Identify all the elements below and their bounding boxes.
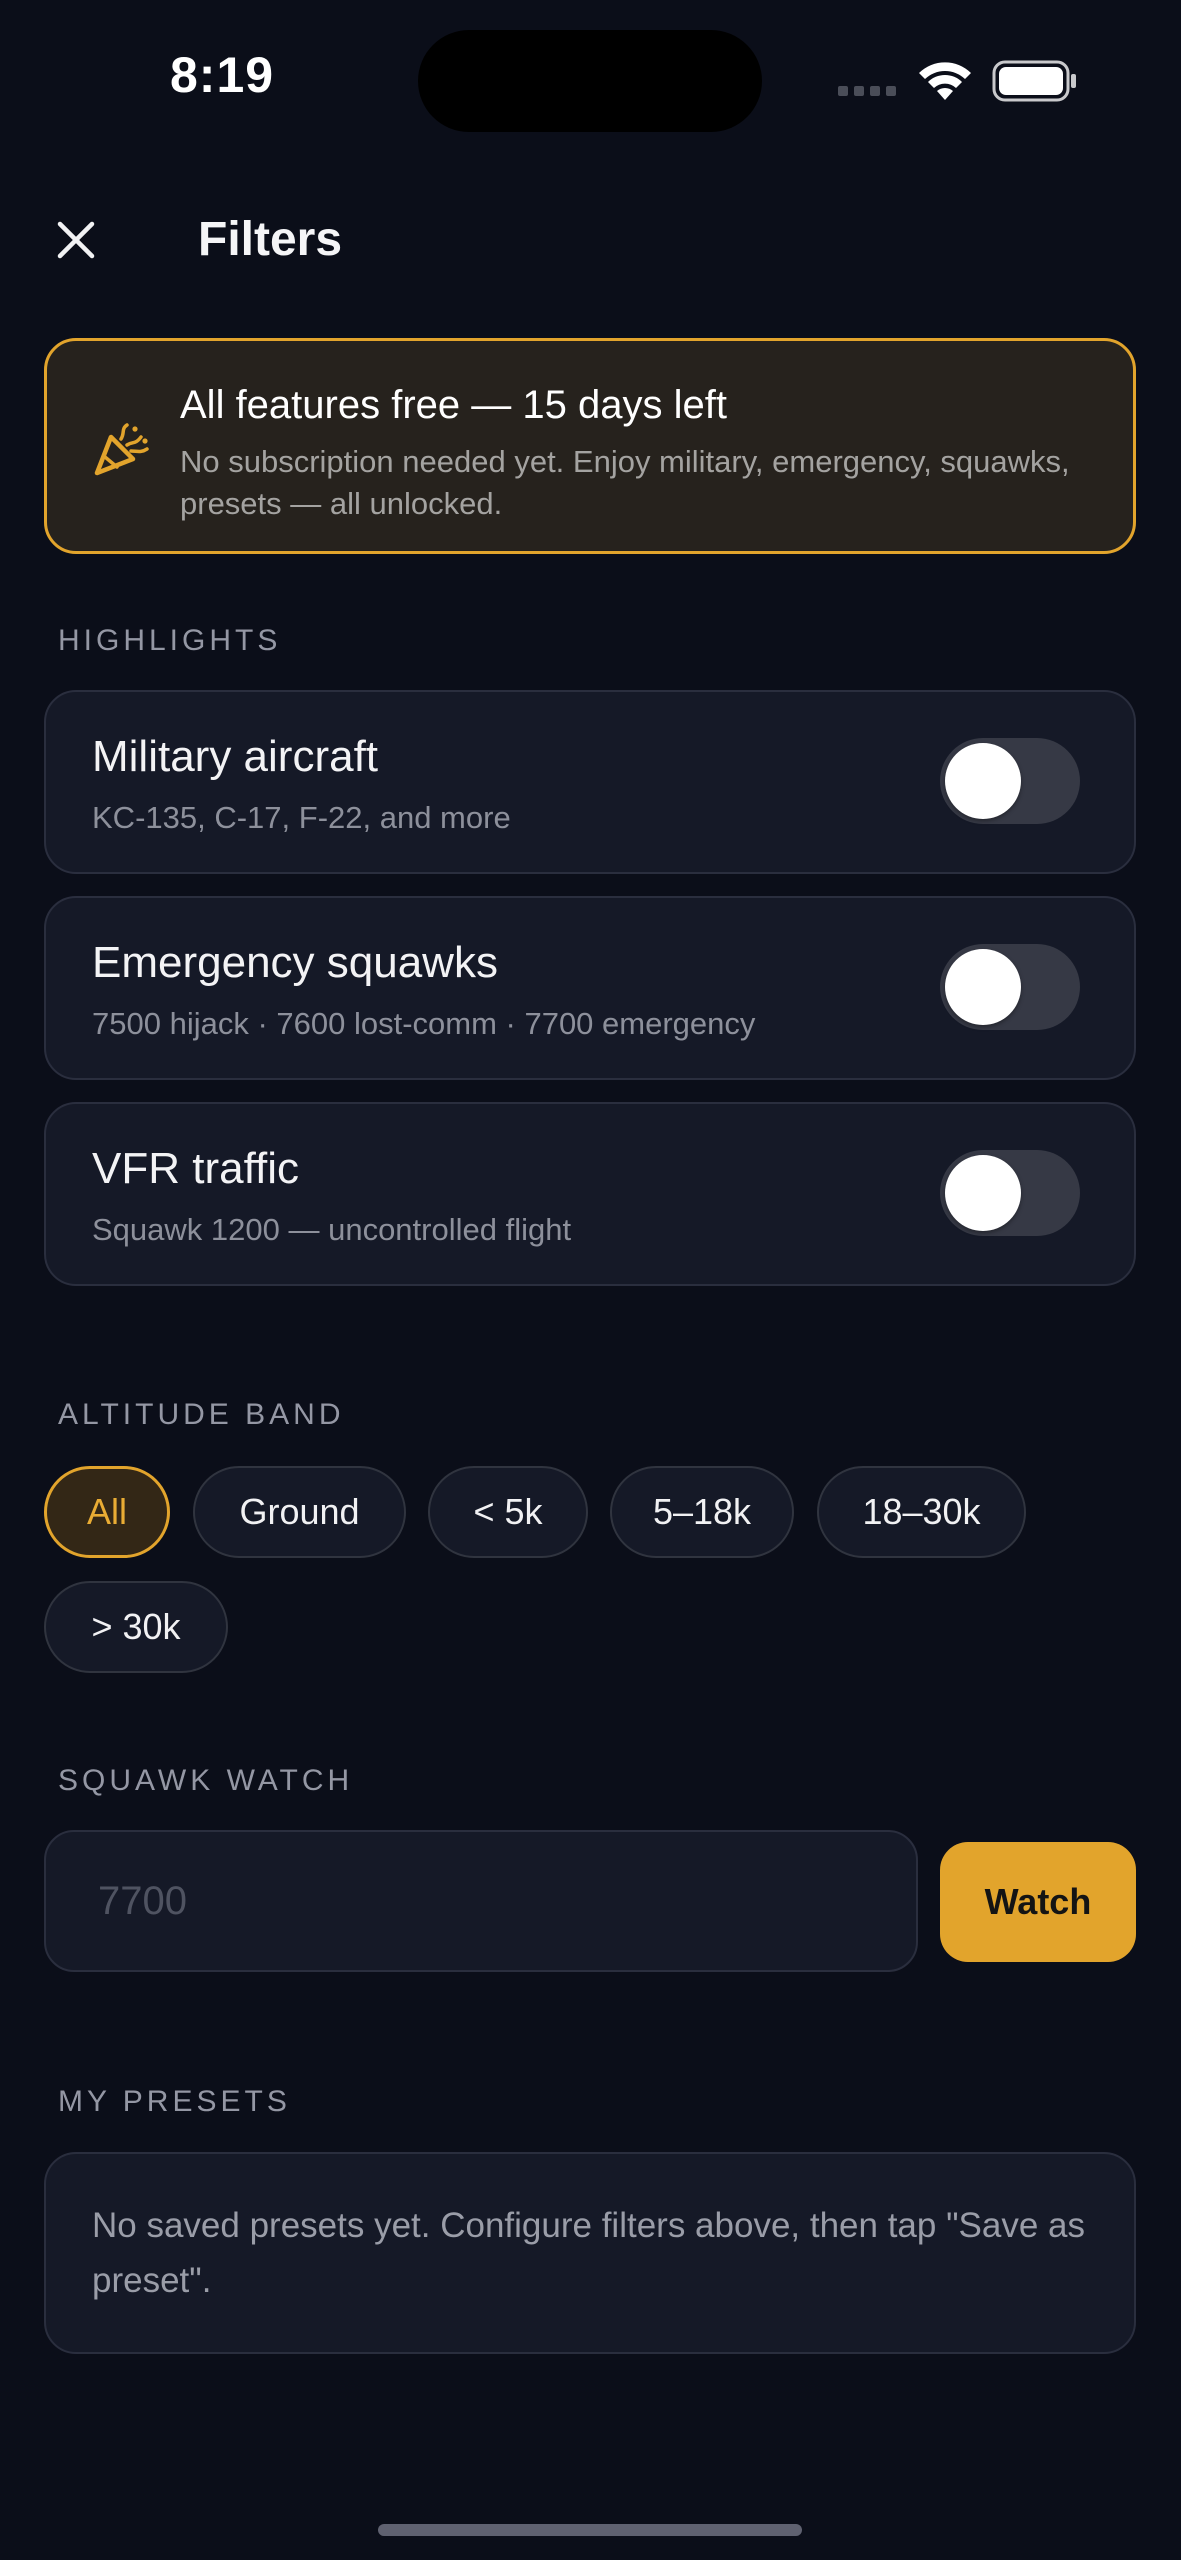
- toggle-knob: [945, 743, 1021, 819]
- altitude-chip-18-30k[interactable]: 18–30k: [817, 1466, 1026, 1558]
- military-aircraft-row[interactable]: Military aircraft KC-135, C-17, F-22, an…: [44, 690, 1136, 874]
- party-popper-icon: [91, 419, 151, 484]
- status-time: 8:19: [170, 47, 275, 103]
- military-aircraft-toggle[interactable]: [940, 738, 1080, 824]
- vfr-traffic-row[interactable]: VFR traffic Squawk 1200 — uncontrolled f…: [44, 1102, 1136, 1286]
- row-title: Emergency squawks: [92, 938, 498, 987]
- my-presets-label: MY PRESETS: [58, 2085, 291, 2118]
- presets-empty-text: No saved presets yet. Configure filters …: [92, 2206, 1085, 2300]
- trial-banner-text: No subscription needed yet. Enjoy milita…: [180, 444, 1070, 521]
- watch-button[interactable]: Watch: [940, 1842, 1136, 1962]
- home-indicator[interactable]: [378, 2524, 802, 2536]
- squawk-watch-label: SQUAWK WATCH: [58, 1764, 354, 1797]
- emergency-squawks-toggle[interactable]: [940, 944, 1080, 1030]
- altitude-chip-over-30k[interactable]: > 30k: [44, 1581, 228, 1673]
- battery-icon: [992, 60, 1078, 107]
- trial-banner: All features free — 15 days left No subs…: [44, 338, 1136, 554]
- row-subtitle: Squawk 1200 — uncontrolled flight: [92, 1212, 572, 1247]
- emergency-squawks-row[interactable]: Emergency squawks 7500 hijack · 7600 los…: [44, 896, 1136, 1080]
- squawk-code-input[interactable]: [44, 1830, 918, 1972]
- close-button[interactable]: [46, 210, 106, 270]
- presets-empty-card: No saved presets yet. Configure filters …: [44, 2152, 1136, 2354]
- vfr-traffic-toggle[interactable]: [940, 1150, 1080, 1236]
- altitude-chip-ground[interactable]: Ground: [193, 1466, 406, 1558]
- close-icon: [57, 221, 95, 259]
- altitude-chip-under-5k[interactable]: < 5k: [428, 1466, 588, 1558]
- row-subtitle: KC-135, C-17, F-22, and more: [92, 800, 511, 835]
- cellular-signal-icon: [838, 86, 896, 96]
- wifi-icon: [916, 60, 974, 107]
- toggle-knob: [945, 1155, 1021, 1231]
- altitude-band-label: ALTITUDE BAND: [58, 1398, 345, 1431]
- trial-banner-title: All features free — 15 days left: [180, 383, 727, 427]
- row-title: VFR traffic: [92, 1144, 300, 1193]
- filters-screen: 8:19 Filters All features free — 15 days…: [0, 0, 1181, 2560]
- dynamic-island: [418, 30, 762, 132]
- row-subtitle: 7500 hijack · 7600 lost-comm · 7700 emer…: [92, 1006, 756, 1041]
- altitude-chip-all[interactable]: All: [44, 1466, 170, 1558]
- highlights-label: HIGHLIGHTS: [58, 624, 282, 657]
- toggle-knob: [945, 949, 1021, 1025]
- row-title: Military aircraft: [92, 732, 379, 781]
- altitude-chip-5-18k[interactable]: 5–18k: [610, 1466, 794, 1558]
- page-title: Filters: [198, 213, 343, 266]
